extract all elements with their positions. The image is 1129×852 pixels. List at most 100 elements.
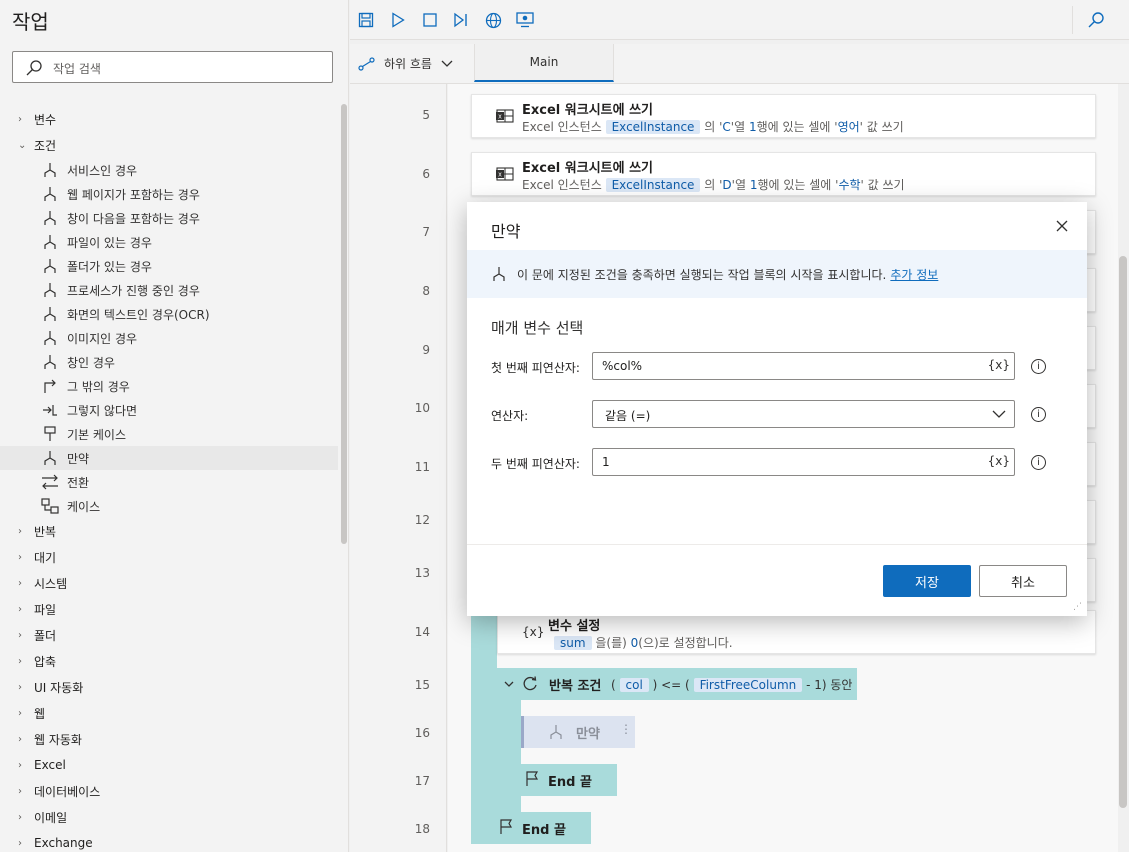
line-number: 6 bbox=[422, 167, 430, 181]
category-label: 웹 자동화 bbox=[34, 732, 82, 747]
category-item[interactable]: › 압축 bbox=[18, 650, 56, 672]
step-description: Excel 인스턴스 ExcelInstance 의 'D'열 1행에 있는 셀… bbox=[522, 178, 905, 192]
condition-icon bbox=[40, 234, 60, 250]
action-item-label: 그 밖의 경우 bbox=[67, 379, 130, 394]
category-item[interactable]: › 시스템 bbox=[18, 572, 67, 594]
dialog-title: 만약 bbox=[491, 222, 521, 241]
line-number: 11 bbox=[414, 460, 430, 474]
action-item[interactable]: 케이스 bbox=[40, 494, 338, 518]
category-label: 반복 bbox=[34, 524, 57, 539]
resize-grip-icon[interactable]: ⋰ bbox=[1073, 602, 1082, 612]
chevron-right-icon: › bbox=[18, 759, 22, 771]
action-item[interactable]: 폴더가 있는 경우 bbox=[40, 254, 338, 278]
close-icon[interactable] bbox=[1055, 219, 1069, 233]
action-item[interactable]: 창인 경우 bbox=[40, 350, 338, 374]
category-item[interactable]: › 파일 bbox=[18, 598, 56, 620]
step-if[interactable]: 만약 ⋮ bbox=[521, 716, 635, 748]
chevron-right-icon: › bbox=[18, 785, 22, 797]
category-label: 파일 bbox=[34, 602, 57, 617]
category-item[interactable]: › Excel bbox=[18, 754, 66, 776]
action-item[interactable]: 화면의 텍스트인 경우(OCR) bbox=[40, 302, 338, 326]
run-icon[interactable] bbox=[388, 10, 408, 30]
step-title: 반복 조건 bbox=[549, 679, 602, 694]
first-operand-value: %col% bbox=[602, 359, 643, 373]
web-recorder-icon[interactable] bbox=[483, 10, 503, 30]
category-label: 시스템 bbox=[34, 576, 68, 591]
category-item[interactable]: › Exchange bbox=[18, 832, 93, 852]
cancel-button[interactable]: 취소 bbox=[979, 565, 1067, 597]
chevron-right-icon: › bbox=[18, 525, 22, 537]
line-number: 14 bbox=[414, 625, 430, 639]
save-icon[interactable] bbox=[356, 10, 376, 30]
step-loop-condition[interactable]: 반복 조건 ( col ) <= ( FirstFreeColumn - 1) … bbox=[497, 668, 857, 700]
chevron-right-icon: › bbox=[18, 837, 22, 849]
run-next-icon[interactable] bbox=[451, 10, 471, 30]
action-item[interactable]: 전환 bbox=[40, 470, 338, 494]
stop-icon[interactable] bbox=[420, 10, 440, 30]
category-conditions[interactable]: ⌄ 조건 bbox=[18, 134, 56, 156]
line-number: 18 bbox=[414, 822, 430, 836]
action-item[interactable]: 기본 케이스 bbox=[40, 422, 338, 446]
first-operand-input[interactable]: %col% {x} bbox=[592, 352, 1015, 380]
action-item-label: 폴더가 있는 경우 bbox=[67, 259, 152, 274]
step-write-excel-5[interactable]: x Excel 워크시트에 쓰기 Excel 인스턴스 ExcelInstanc… bbox=[471, 94, 1096, 138]
line-number: 9 bbox=[422, 343, 430, 357]
step-set-variable[interactable]: {x} 변수 설정 sum 을(를) 0(으)로 설정합니다. bbox=[497, 610, 1096, 654]
action-item[interactable]: 그 밖의 경우 bbox=[40, 374, 338, 398]
line-number: 13 bbox=[414, 566, 430, 580]
more-icon[interactable]: ⋮ bbox=[620, 722, 632, 736]
chevron-down-icon bbox=[992, 410, 1006, 418]
outer-block-bar bbox=[471, 604, 497, 844]
editor-scrollbar-thumb[interactable] bbox=[1119, 256, 1127, 808]
category-item[interactable]: › UI 자동화 bbox=[18, 676, 83, 698]
desktop-recorder-icon[interactable] bbox=[515, 10, 535, 30]
category-item[interactable]: › 데이터베이스 bbox=[18, 780, 100, 802]
category-item[interactable]: › 반복 bbox=[18, 520, 56, 542]
first-operand-label: 첫 번째 피연산자: bbox=[491, 361, 580, 375]
action-item[interactable]: 이미지인 경우 bbox=[40, 326, 338, 350]
action-item[interactable]: 만약 bbox=[0, 446, 338, 470]
save-button[interactable]: 저장 bbox=[883, 565, 971, 597]
variable-picker-icon[interactable]: {x} bbox=[988, 454, 1010, 468]
actions-pane: 작업 작업 검색 › 변수 ⌄ 조건 서비스인 경우 웹 페이지가 포함하는 경우 창이… bbox=[0, 0, 349, 852]
action-search-input[interactable]: 작업 검색 bbox=[12, 51, 333, 83]
search-icon[interactable] bbox=[1086, 10, 1106, 30]
category-label: 대기 bbox=[34, 550, 57, 565]
category-item[interactable]: › 폴더 bbox=[18, 624, 56, 646]
operator-select[interactable]: 같음 (=) bbox=[592, 400, 1015, 428]
line-number: 5 bbox=[422, 108, 430, 122]
action-item[interactable]: 창이 다음을 포함하는 경우 bbox=[40, 206, 338, 230]
step-end-inner[interactable]: End 끝 bbox=[497, 764, 617, 796]
variable-picker-icon[interactable]: {x} bbox=[988, 358, 1010, 372]
category-label: 조건 bbox=[34, 138, 57, 153]
category-item[interactable]: › 대기 bbox=[18, 546, 56, 568]
action-item[interactable]: 그렇지 않다면 bbox=[40, 398, 338, 422]
category-item[interactable]: › 웹 자동화 bbox=[18, 728, 82, 750]
action-item[interactable]: 프로세스가 진행 중인 경우 bbox=[40, 278, 338, 302]
flow-tabs: 하위 흐름 Main bbox=[350, 44, 1129, 84]
condition-icon bbox=[493, 267, 505, 281]
step-title: End 끝 bbox=[522, 823, 566, 838]
actions-pane-title: 작업 bbox=[12, 10, 49, 34]
action-item[interactable]: 파일이 있는 경우 bbox=[40, 230, 338, 254]
step-write-excel-6[interactable]: x Excel 워크시트에 쓰기 Excel 인스턴스 ExcelInstanc… bbox=[471, 152, 1096, 196]
actions-pane-scrollbar[interactable] bbox=[341, 104, 347, 544]
excel-icon: x bbox=[496, 167, 514, 181]
category-item[interactable]: › 이메일 bbox=[18, 806, 67, 828]
else-icon bbox=[40, 378, 60, 394]
action-item[interactable]: 웹 페이지가 포함하는 경우 bbox=[40, 182, 338, 206]
second-operand-input[interactable]: 1 {x} bbox=[592, 448, 1015, 476]
info-icon[interactable]: i bbox=[1031, 359, 1046, 374]
category-variables[interactable]: › 변수 bbox=[18, 108, 56, 130]
info-icon[interactable]: i bbox=[1031, 407, 1046, 422]
action-item-label: 기본 케이스 bbox=[67, 427, 127, 442]
action-item[interactable]: 서비스인 경우 bbox=[40, 158, 338, 182]
learn-more-link[interactable]: 추가 정보 bbox=[890, 266, 938, 283]
tab-main[interactable]: Main bbox=[474, 44, 614, 82]
subflow-icon bbox=[358, 56, 375, 71]
subflow-label: 하위 흐름 bbox=[384, 57, 432, 71]
step-end-outer[interactable]: End 끝 bbox=[471, 812, 591, 844]
info-icon[interactable]: i bbox=[1031, 455, 1046, 470]
category-item[interactable]: › 웹 bbox=[18, 702, 45, 724]
subflow-dropdown[interactable]: 하위 흐름 bbox=[358, 55, 454, 72]
